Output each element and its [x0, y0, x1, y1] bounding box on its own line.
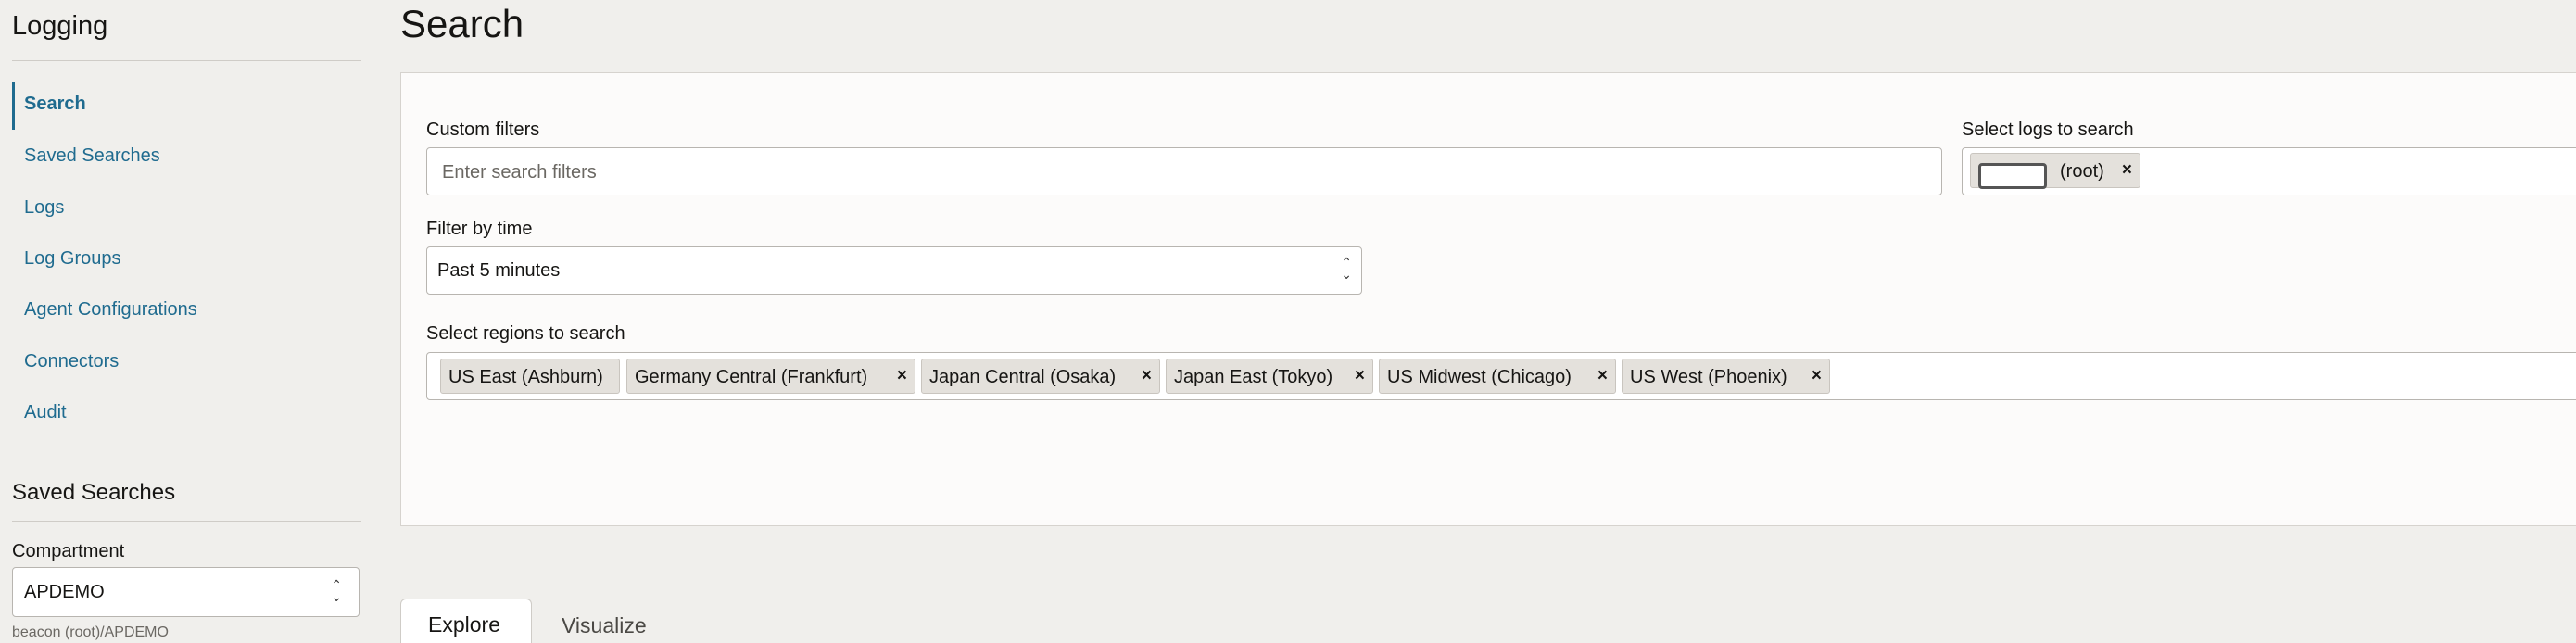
remove-region-icon[interactable]: ×: [897, 366, 907, 386]
remove-region-icon[interactable]: ×: [1597, 366, 1608, 386]
sidebar-item-log-groups[interactable]: Log Groups: [24, 248, 121, 270]
chevron-up-down-icon: ⌃ ⌄: [331, 577, 342, 604]
filter-time-value: Past 5 minutes: [437, 260, 561, 281]
sidebar-item-audit[interactable]: Audit: [24, 402, 67, 423]
remove-log-icon[interactable]: ×: [2122, 160, 2132, 181]
sidebar-item-logs[interactable]: Logs: [24, 197, 64, 219]
divider: [12, 521, 361, 522]
region-chip: Japan East (Tokyo) ×: [1166, 359, 1373, 394]
region-chip-label: Japan Central (Osaka): [929, 367, 1117, 387]
compartment-label: Compartment: [12, 541, 125, 561]
compartment-select[interactable]: APDEMO ⌃ ⌄: [12, 567, 360, 617]
sidebar-item-saved-searches[interactable]: Saved Searches: [24, 145, 160, 167]
tab-visualize[interactable]: Visualize: [562, 613, 647, 638]
compartment-value: APDEMO: [24, 582, 105, 602]
sidebar: Logging Search Saved Searches Logs Log G…: [0, 0, 363, 640]
select-regions-label: Select regions to search: [426, 323, 625, 344]
select-regions-input[interactable]: US East (Ashburn) Germany Central (Frank…: [426, 352, 2576, 400]
remove-region-icon[interactable]: ×: [1355, 366, 1365, 386]
remove-region-icon[interactable]: ×: [1812, 366, 1822, 386]
region-chip-label: US East (Ashburn): [448, 367, 603, 387]
remove-region-icon[interactable]: ×: [1142, 366, 1152, 386]
region-chip: US Midwest (Chicago) ×: [1379, 359, 1616, 394]
region-chip-label: US West (Phoenix): [1630, 367, 1787, 387]
custom-filters-input[interactable]: Enter search filters: [426, 147, 1942, 195]
region-chip: Germany Central (Frankfurt) ×: [626, 359, 915, 394]
active-indicator: [12, 82, 15, 130]
custom-filters-placeholder: Enter search filters: [442, 162, 597, 183]
custom-filters-label: Custom filters: [426, 120, 540, 140]
region-chip: Japan Central (Osaka) ×: [921, 359, 1160, 394]
select-logs-input[interactable]: (root) ×: [1962, 147, 2576, 195]
chevron-up-down-icon: ⌃ ⌄: [1341, 255, 1352, 282]
region-chip-label: Japan East (Tokyo): [1174, 367, 1333, 387]
region-chip-label: Germany Central (Frankfurt): [635, 367, 868, 387]
filter-time-select[interactable]: Past 5 minutes ⌃ ⌄: [426, 246, 1362, 295]
region-chip: US West (Phoenix) ×: [1622, 359, 1830, 394]
tab-explore-label: Explore: [428, 612, 500, 637]
region-chip-label: US Midwest (Chicago): [1387, 367, 1572, 387]
region-chip: US East (Ashburn): [440, 359, 620, 394]
compartment-path: beacon (root)/APDEMO: [12, 624, 169, 640]
page-title: Search: [400, 2, 524, 45]
saved-searches-heading: Saved Searches: [12, 480, 176, 505]
search-panel: Custom filters Enter search filters Sele…: [400, 72, 2576, 526]
select-logs-label: Select logs to search: [1962, 120, 2134, 140]
sidebar-item-search[interactable]: Search: [24, 94, 86, 115]
sidebar-item-connectors[interactable]: Connectors: [24, 351, 119, 372]
log-name-box: [1978, 163, 2047, 189]
sidebar-title: Logging: [12, 11, 108, 41]
divider: [12, 60, 361, 61]
log-chip-label: (root): [2060, 161, 2104, 182]
filter-time-label: Filter by time: [426, 219, 533, 239]
log-chip: (root) ×: [1970, 153, 2140, 189]
tab-explore[interactable]: Explore: [400, 599, 532, 643]
sidebar-item-agent-configurations[interactable]: Agent Configurations: [24, 299, 197, 321]
